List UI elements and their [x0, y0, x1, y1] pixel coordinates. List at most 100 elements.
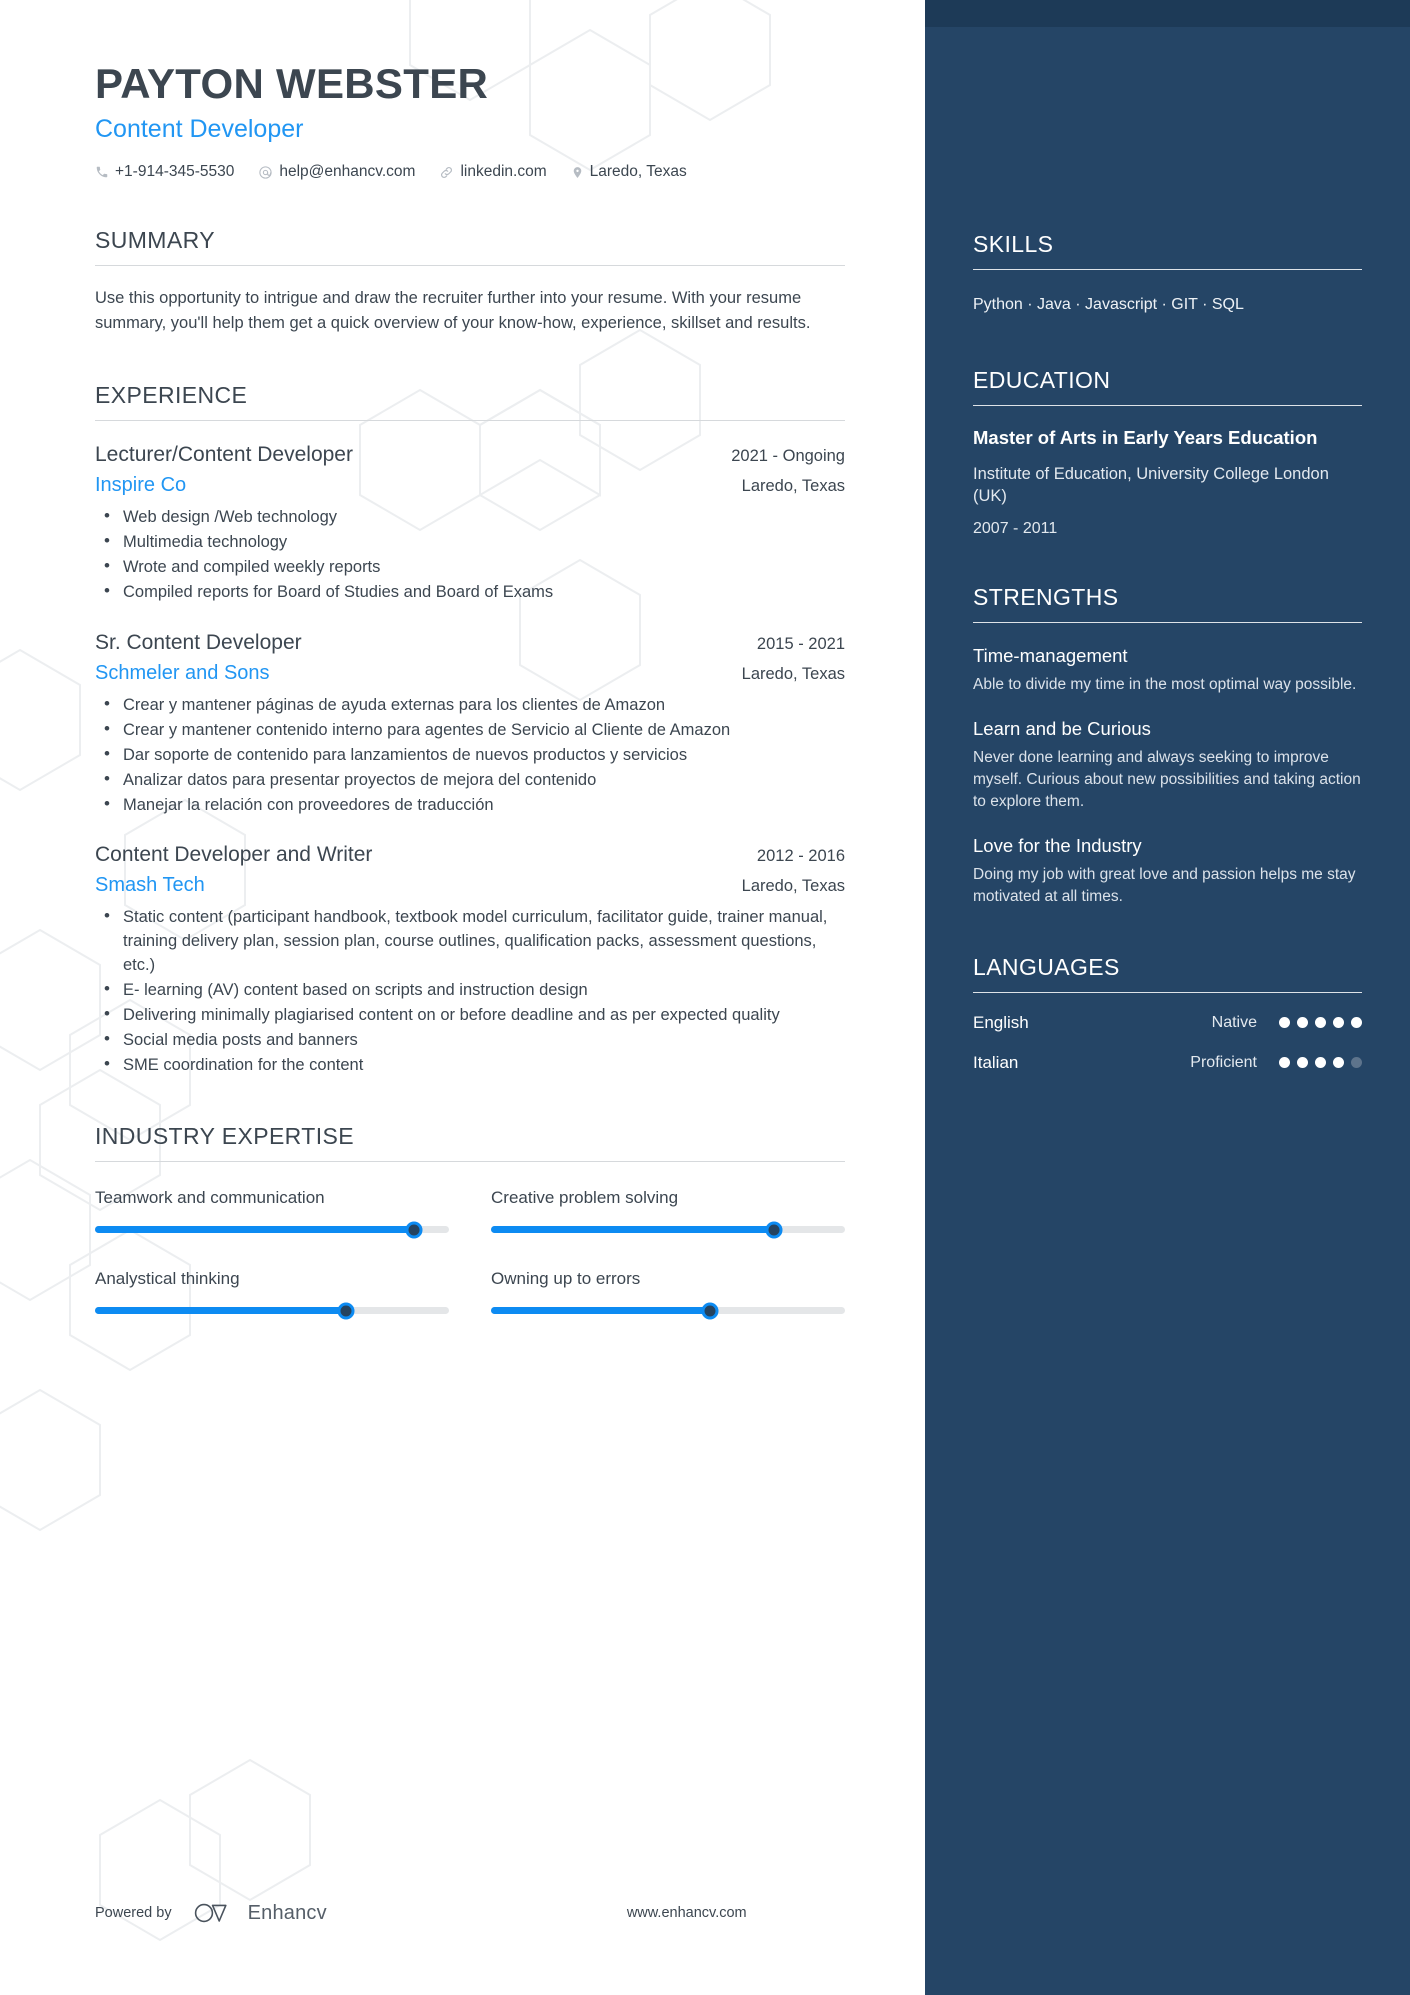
- enhancv-wordmark: Enhancv: [247, 1901, 327, 1924]
- experience-bullet: Wrote and compiled weekly reports: [95, 554, 845, 579]
- strength-description: Doing my job with great love and passion…: [973, 865, 1356, 905]
- divider: [973, 991, 1362, 993]
- languages-section: LANGUAGES English Native Italian Proficient: [973, 954, 1362, 1073]
- experience-company[interactable]: Inspire Co: [95, 474, 186, 497]
- rating-dot: [1279, 1057, 1290, 1068]
- expertise-slider: Creative problem solving: [491, 1178, 845, 1239]
- resume-page: PAYTON WEBSTER Content Developer +1-914-…: [0, 0, 1410, 1995]
- expertise-slider-label: Analystical thinking: [95, 1269, 240, 1289]
- experience-role: Content Developer and Writer: [95, 842, 373, 866]
- slider-fill: [95, 1307, 347, 1315]
- location-pin-icon: [571, 165, 584, 180]
- experience-company[interactable]: Schmeler and Sons: [95, 662, 270, 685]
- contact-location-text: Laredo, Texas: [589, 163, 687, 181]
- expertise-slider-label: Creative problem solving: [491, 1188, 679, 1208]
- contact-email[interactable]: help@enhancv.com: [258, 163, 415, 181]
- rating-dot: [1351, 1057, 1362, 1068]
- experience-bullet: Compiled reports for Board of Studies an…: [95, 579, 845, 604]
- experience-date: 2012 - 2016: [756, 846, 845, 865]
- experience-role: Lecturer/Content Developer: [95, 443, 353, 467]
- strength-description: Able to divide my time in the most optim…: [973, 675, 1357, 693]
- experience-entry-subheader: Inspire Co Laredo, Texas: [95, 474, 845, 497]
- strength-item: Learn and be Curious Never done learning …: [973, 718, 1362, 813]
- strength-description: Never done learning and always seeking t…: [973, 748, 1361, 810]
- expertise-slider: Owning up to errors: [491, 1259, 845, 1320]
- language-name: Italian: [973, 1052, 1019, 1072]
- experience-list: Lecturer/Content Developer 2021 - Ongoing…: [95, 443, 845, 1077]
- contact-location: Laredo, Texas: [571, 163, 687, 181]
- language-rating-dots: [1279, 1057, 1362, 1068]
- experience-bullet: Manejar la relación con proveedores de t…: [95, 792, 845, 817]
- experience-bullet-list: Static content (participant handbook, te…: [95, 904, 845, 1078]
- experience-date: 2021 - Ongoing: [731, 447, 845, 466]
- divider: [95, 1161, 845, 1163]
- expertise-slider-label: Teamwork and communication: [95, 1188, 325, 1208]
- slider-track[interactable]: [95, 1221, 449, 1239]
- languages-list: English Native Italian Proficient: [973, 1013, 1362, 1073]
- contact-phone-text: +1-914-345-5530: [115, 163, 235, 181]
- summary-section: SUMMARY Use this opportunity to intrigue…: [95, 227, 845, 336]
- strength-name: Time-management: [973, 644, 1128, 666]
- slider-fill: [491, 1226, 775, 1234]
- rating-dot: [1315, 1017, 1326, 1028]
- main-column: PAYTON WEBSTER Content Developer +1-914-…: [0, 0, 925, 1995]
- experience-date: 2015 - 2021: [756, 634, 845, 653]
- slider-track[interactable]: [491, 1302, 845, 1320]
- divider: [95, 265, 845, 267]
- experience-location: Laredo, Texas: [741, 477, 845, 496]
- link-icon: [439, 165, 454, 180]
- contact-link-text: linkedin.com: [460, 163, 547, 181]
- rating-dot: [1315, 1057, 1326, 1068]
- education-section-title: EDUCATION: [973, 367, 1111, 393]
- industry-expertise-section: INDUSTRY EXPERTISE Teamwork and communic…: [95, 1123, 845, 1320]
- language-row: Italian Proficient: [973, 1053, 1362, 1073]
- slider-track[interactable]: [95, 1302, 449, 1320]
- contact-link[interactable]: linkedin.com: [439, 163, 547, 181]
- experience-company[interactable]: Smash Tech: [95, 874, 205, 897]
- experience-bullet: Multimedia technology: [95, 529, 845, 554]
- divider: [95, 420, 845, 422]
- experience-section-title: EXPERIENCE: [95, 382, 248, 409]
- divider: [973, 621, 1362, 623]
- summary-section-title: SUMMARY: [95, 227, 215, 254]
- strength-name: Learn and be Curious: [973, 717, 1151, 739]
- rating-dot: [1279, 1017, 1290, 1028]
- powered-by-label: Powered by: [95, 1905, 172, 1921]
- slider-handle[interactable]: [337, 1302, 355, 1320]
- slider-fill: [491, 1307, 711, 1315]
- language-row: English Native: [973, 1013, 1362, 1033]
- skills-list: Python · Java · Javascript · GIT · SQL: [973, 296, 1244, 313]
- experience-entry-header: Sr. Content Developer 2015 - 2021: [95, 631, 845, 655]
- sidebar-top-strip: [925, 0, 1410, 27]
- slider-handle[interactable]: [765, 1221, 783, 1239]
- contact-email-text: help@enhancv.com: [279, 163, 416, 181]
- experience-entry-header: Lecturer/Content Developer 2021 - Ongoing: [95, 443, 845, 467]
- experience-bullet-list: Crear y mantener páginas de ayuda extern…: [95, 691, 845, 817]
- education-school: Institute of Education, University Colle…: [973, 464, 1329, 506]
- rating-dot: [1333, 1057, 1344, 1068]
- contact-phone[interactable]: +1-914-345-5530: [95, 163, 234, 181]
- experience-bullet: E- learning (AV) content based on script…: [95, 977, 845, 1002]
- education-section: EDUCATION Master of Arts in Early Years …: [973, 367, 1362, 538]
- education-date: 2007 - 2011: [973, 519, 1058, 537]
- slider-track[interactable]: [491, 1221, 845, 1239]
- rating-dot: [1333, 1017, 1344, 1028]
- footer: Powered by Enhancv www.enhancv.com: [95, 1901, 925, 1925]
- rating-dot: [1297, 1057, 1308, 1068]
- divider: [973, 405, 1362, 406]
- strength-item: Love for the Industry Doing my job with g…: [973, 835, 1362, 908]
- expertise-slider-label: Owning up to errors: [491, 1269, 641, 1289]
- divider: [973, 269, 1362, 270]
- slider-handle[interactable]: [405, 1221, 423, 1239]
- language-name: English: [973, 1012, 1029, 1032]
- experience-entry: Content Developer and Writer 2012 - 2016 S…: [95, 843, 845, 1078]
- slider-handle[interactable]: [701, 1302, 719, 1320]
- slider-fill: [95, 1226, 414, 1234]
- experience-bullet: Analizar datos para presentar proyectos …: [95, 767, 845, 792]
- email-icon: [258, 165, 273, 180]
- footer-website[interactable]: www.enhancv.com: [627, 1905, 747, 1921]
- strength-name: Love for the Industry: [973, 834, 1142, 856]
- sidebar: SKILLS Python · Java · Javascript · GIT …: [925, 0, 1410, 1995]
- strength-item: Time-management Able to divide my time in…: [973, 645, 1362, 696]
- experience-bullet: Social media posts and banners: [95, 1027, 845, 1052]
